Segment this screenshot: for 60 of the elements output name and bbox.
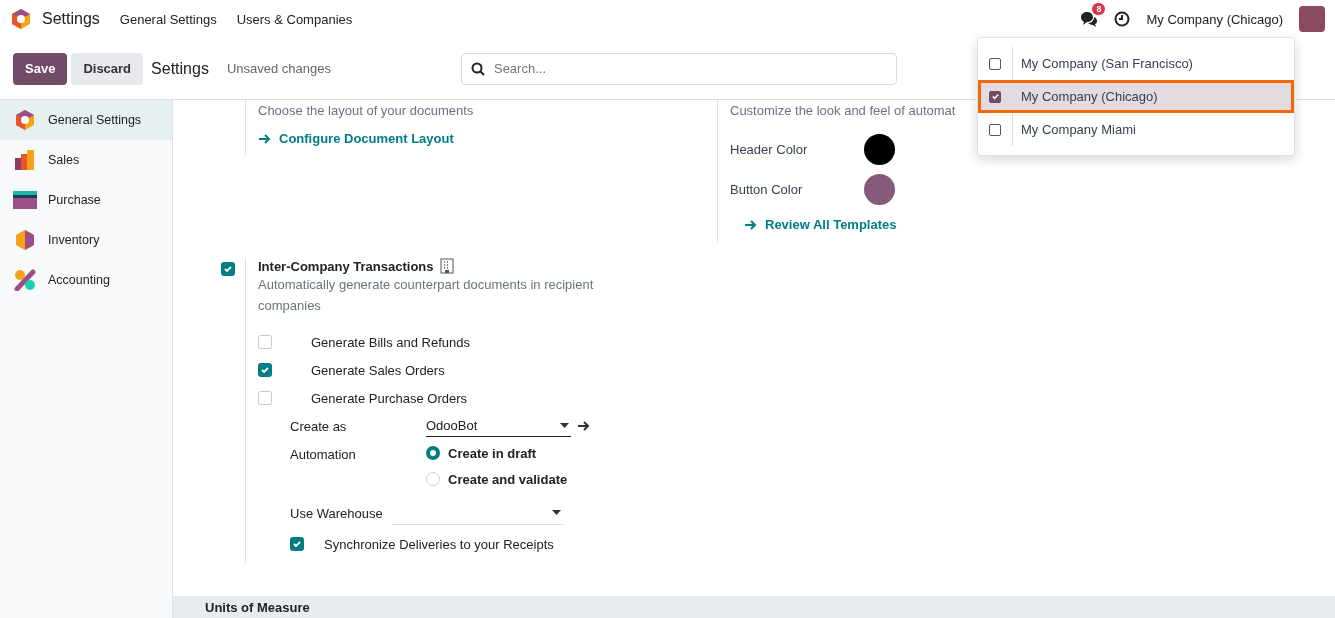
caret-icon bbox=[560, 423, 569, 428]
color-swatch[interactable] bbox=[864, 173, 895, 205]
discard-button[interactable]: Discard bbox=[71, 52, 144, 85]
status-text: Unsaved changes bbox=[226, 61, 331, 76]
sidebar-item[interactable]: Inventory bbox=[0, 220, 172, 260]
notification-badge: 8 bbox=[1092, 3, 1106, 15]
search-icon bbox=[470, 61, 485, 76]
checkbox[interactable] bbox=[989, 90, 1001, 103]
building-icon bbox=[439, 258, 454, 274]
hexagon-logo-icon bbox=[13, 109, 37, 131]
checkbox[interactable] bbox=[221, 262, 235, 276]
option-label: Generate Sales Orders bbox=[311, 362, 445, 378]
radio-button[interactable] bbox=[426, 446, 440, 460]
bar-chart-icon bbox=[13, 149, 37, 171]
company-menu-item[interactable]: My Company (Chicago) bbox=[978, 80, 1294, 113]
configure-layout-link[interactable]: Configure Document Layout bbox=[258, 131, 693, 146]
search-field[interactable]: Search... bbox=[460, 52, 897, 85]
chat-icon[interactable] bbox=[1080, 11, 1099, 27]
review-templates-link[interactable]: Review All Templates bbox=[730, 217, 1165, 232]
setting-description: Automatically generate counterpart documents in recipient companies bbox=[258, 276, 595, 315]
setting-description: Choose the layout of your documents bbox=[258, 102, 475, 120]
sidebar-item[interactable]: General Settings bbox=[0, 100, 172, 140]
checkbox[interactable] bbox=[989, 123, 1001, 136]
arrow-right-icon bbox=[577, 420, 590, 432]
company-switcher[interactable]: My Company (Chicago) bbox=[1146, 11, 1283, 27]
radio-label: Create in draft bbox=[448, 445, 537, 461]
caret-icon bbox=[552, 510, 561, 515]
checkbox[interactable] bbox=[290, 537, 304, 551]
checkbox[interactable] bbox=[258, 363, 272, 377]
option-label: Synchronize Deliveries to your Receipts bbox=[324, 536, 554, 552]
field-label: Use Warehouse bbox=[289, 505, 384, 521]
color-label: Button Color bbox=[730, 181, 804, 197]
color-label: Header Color bbox=[730, 141, 809, 157]
section-header: Units of Measure bbox=[173, 596, 1335, 618]
create-as-select[interactable]: OdooBot bbox=[426, 415, 571, 437]
checkbox[interactable] bbox=[989, 57, 1001, 70]
menu-item[interactable]: Users & Companies bbox=[236, 11, 353, 27]
box-icon bbox=[13, 229, 37, 251]
field-label: Create as bbox=[289, 418, 348, 434]
field-label: Automation bbox=[289, 446, 357, 462]
hexagon-logo-icon bbox=[10, 8, 32, 30]
menu-item[interactable]: General Settings bbox=[119, 11, 217, 27]
percent-icon bbox=[13, 269, 37, 291]
setting-title: Inter-Company Transactions bbox=[258, 258, 434, 274]
card-icon bbox=[13, 191, 37, 209]
save-button[interactable]: Save bbox=[13, 52, 68, 85]
clock-icon[interactable] bbox=[1114, 11, 1131, 27]
app-title[interactable]: Settings bbox=[42, 10, 100, 28]
arrow-right-icon bbox=[744, 218, 757, 231]
option-label: Generate Bills and Refunds bbox=[311, 334, 470, 350]
setting-description: Customize the look and feel of automat bbox=[730, 102, 957, 120]
option-label: Generate Purchase Orders bbox=[311, 390, 468, 406]
breadcrumb: Settings bbox=[151, 59, 209, 78]
arrow-right-icon bbox=[258, 132, 271, 145]
company-menu-item[interactable]: My Company Miami bbox=[978, 113, 1294, 146]
radio-label: Create and validate bbox=[448, 471, 568, 487]
sidebar-item[interactable]: Purchase bbox=[0, 180, 172, 220]
sidebar-item[interactable]: Sales bbox=[0, 140, 172, 180]
color-swatch[interactable] bbox=[864, 133, 895, 165]
sidebar-item[interactable]: Accounting bbox=[0, 260, 172, 300]
